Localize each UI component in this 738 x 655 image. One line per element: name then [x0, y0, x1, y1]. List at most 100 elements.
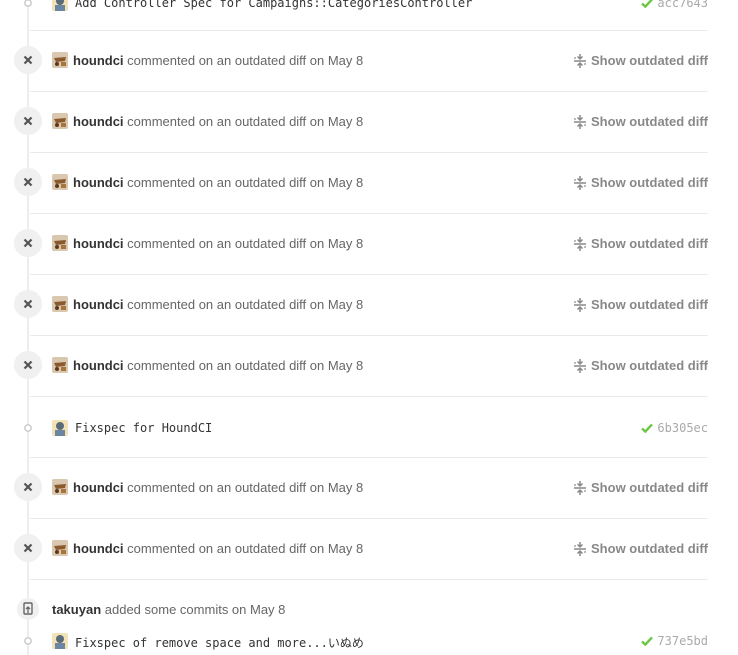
comment-description: commented on an outdated diff on May 8: [127, 114, 364, 129]
avatar: [52, 357, 68, 373]
badge: [14, 473, 42, 501]
show-outdated-diff-label: Show outdated diff: [591, 114, 708, 129]
x-icon: [23, 177, 33, 187]
comment-text: houndci commented on an outdated diff on…: [73, 53, 363, 68]
badge: [14, 46, 42, 74]
comment-text: houndci commented on an outdated diff on…: [73, 358, 363, 373]
avatar: [52, 633, 68, 649]
git-commit-icon: [24, 637, 32, 645]
fold-icon: [574, 175, 587, 190]
comment-description: commented on an outdated diff on May 8: [127, 541, 364, 556]
comment-text: houndci commented on an outdated diff on…: [73, 541, 363, 556]
outdated-comment: houndci commented on an outdated diff on…: [0, 350, 738, 380]
event-text: takuyan added some commits on May 8: [52, 602, 285, 617]
comment-text: houndci commented on an outdated diff on…: [73, 297, 363, 312]
author-link[interactable]: houndci: [73, 358, 124, 373]
fold-icon: [574, 541, 587, 556]
author-link[interactable]: houndci: [73, 175, 124, 190]
outdated-comment: houndci commented on an outdated diff on…: [0, 106, 738, 136]
fold-icon: [574, 53, 587, 68]
divider: [30, 91, 708, 92]
outdated-comment: houndci commented on an outdated diff on…: [0, 533, 738, 563]
divider: [30, 579, 708, 580]
avatar: [52, 235, 68, 251]
commit-sha[interactable]: 6b305ec: [657, 421, 708, 435]
show-outdated-diff-link[interactable]: Show outdated diff: [573, 480, 708, 495]
x-icon: [23, 55, 33, 65]
x-icon: [23, 360, 33, 370]
check-icon: [641, 636, 654, 646]
show-outdated-diff-link[interactable]: Show outdated diff: [573, 236, 708, 251]
avatar: [52, 113, 68, 129]
comment-description: commented on an outdated diff on May 8: [127, 480, 364, 495]
fold-icon: [574, 297, 587, 312]
commit-sha[interactable]: acc7643: [657, 0, 708, 10]
outdated-comment: houndci commented on an outdated diff on…: [0, 289, 738, 319]
outdated-comment: houndci commented on an outdated diff on…: [0, 167, 738, 197]
show-outdated-diff-link[interactable]: Show outdated diff: [573, 53, 708, 68]
commit-message[interactable]: Fixspec for HoundCI: [75, 421, 212, 435]
commit-status[interactable]: 737e5bd: [641, 634, 708, 648]
author-link[interactable]: houndci: [73, 236, 124, 251]
badge: [14, 168, 42, 196]
avatar: [52, 52, 68, 68]
comment-description: commented on an outdated diff on May 8: [127, 175, 364, 190]
x-icon: [23, 299, 33, 309]
fold-icon: [574, 114, 587, 129]
divider: [30, 518, 708, 519]
show-outdated-diff-label: Show outdated diff: [591, 53, 708, 68]
comment-text: houndci commented on an outdated diff on…: [73, 175, 363, 190]
outdated-comment: houndci commented on an outdated diff on…: [0, 228, 738, 258]
show-outdated-diff-label: Show outdated diff: [591, 236, 708, 251]
commit-status[interactable]: acc7643: [641, 0, 708, 10]
commit-sha[interactable]: 737e5bd: [657, 634, 708, 648]
fold-icon: [574, 358, 587, 373]
show-outdated-diff-label: Show outdated diff: [591, 175, 708, 190]
avatar: [52, 0, 68, 11]
avatar: [52, 420, 68, 436]
show-outdated-diff-label: Show outdated diff: [591, 480, 708, 495]
avatar: [52, 540, 68, 556]
check-icon: [641, 0, 654, 8]
author-link[interactable]: houndci: [73, 53, 124, 68]
git-commit-icon: [24, 424, 32, 432]
fold-icon: [574, 236, 587, 251]
divider: [30, 274, 708, 275]
divider: [30, 457, 708, 458]
event-description: added some commits on May 8: [104, 602, 286, 617]
avatar: [52, 296, 68, 312]
author-link[interactable]: houndci: [73, 480, 124, 495]
comment-description: commented on an outdated diff on May 8: [127, 236, 364, 251]
badge: [14, 290, 42, 318]
author-link[interactable]: takuyan: [52, 602, 101, 617]
badge: [14, 107, 42, 135]
outdated-comment: houndci commented on an outdated diff on…: [0, 45, 738, 75]
divider: [30, 213, 708, 214]
x-icon: [23, 116, 33, 126]
show-outdated-diff-link[interactable]: Show outdated diff: [573, 297, 708, 312]
show-outdated-diff-link[interactable]: Show outdated diff: [573, 541, 708, 556]
avatar: [52, 479, 68, 495]
git-commit-icon: [24, 0, 32, 7]
author-link[interactable]: houndci: [73, 114, 124, 129]
comment-text: houndci commented on an outdated diff on…: [73, 480, 363, 495]
show-outdated-diff-link[interactable]: Show outdated diff: [573, 114, 708, 129]
commit-row: Add Controller Spec for Campaigns::Categ…: [0, 0, 738, 13]
comment-text: houndci commented on an outdated diff on…: [73, 236, 363, 251]
comment-description: commented on an outdated diff on May 8: [127, 358, 364, 373]
commit-message[interactable]: Fixspec of remove space and more...いぬめ: [75, 634, 364, 651]
commit-row: Fixspec for HoundCI 6b305ec: [0, 418, 738, 438]
author-link[interactable]: houndci: [73, 297, 124, 312]
divider: [30, 335, 708, 336]
comment-description: commented on an outdated diff on May 8: [127, 297, 364, 312]
commit-row: Fixspec of remove space and more...いぬめ 7…: [0, 631, 738, 651]
commit-message[interactable]: Add Controller Spec for Campaigns::Categ…: [75, 0, 472, 10]
commit-status[interactable]: 6b305ec: [641, 421, 708, 435]
repo-push-icon: [17, 598, 39, 620]
divider: [30, 30, 708, 31]
badge: [14, 351, 42, 379]
show-outdated-diff-link[interactable]: Show outdated diff: [573, 175, 708, 190]
show-outdated-diff-link[interactable]: Show outdated diff: [573, 358, 708, 373]
author-link[interactable]: houndci: [73, 541, 124, 556]
x-icon: [23, 238, 33, 248]
